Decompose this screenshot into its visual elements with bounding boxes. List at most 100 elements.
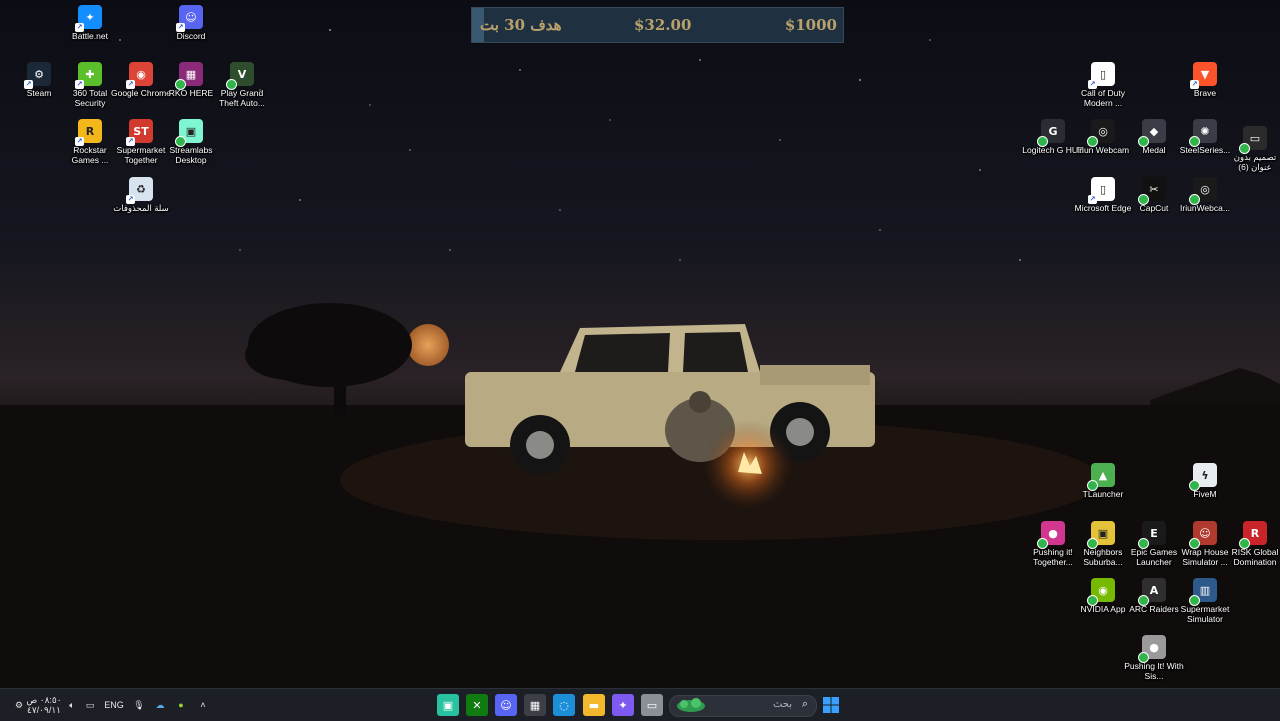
synced-check-icon [1189, 480, 1200, 491]
shortcut-arrow-icon: ↗ [75, 80, 84, 89]
synced-check-icon [1239, 143, 1250, 154]
shortcut-arrow-icon: ↗ [126, 80, 135, 89]
synced-check-icon [1087, 595, 1098, 606]
desktop-icon-iriunwebca[interactable]: ◎ IriunWebca... [1174, 177, 1236, 213]
synced-check-icon [1138, 652, 1149, 663]
desktop-icon-label: RISK Global Domination [1231, 547, 1279, 567]
desktop-icon-label: سلة المحذوفات [113, 203, 169, 213]
webcam-icon: ◎ [1189, 177, 1217, 205]
pushing-it-icon: ● [1037, 521, 1065, 549]
network-icon[interactable]: ▭ [82, 694, 98, 716]
chevron-up-icon[interactable]: ˄ [196, 694, 210, 716]
desktop-icon-risk-global-domination[interactable]: R RISK Global Domination [1224, 521, 1280, 567]
clock-time: ٠٨:٥٠ ص [26, 695, 62, 705]
nvidia-tray-icon[interactable]: ● [174, 694, 188, 716]
windows-logo-icon [823, 697, 839, 713]
synced-check-icon [226, 79, 237, 90]
medal-icon: ◆ [1138, 119, 1166, 147]
streamlabs-icon: ▣ [175, 119, 203, 147]
system-clock[interactable]: ٠٨:٥٠ ص ٤٧/٠٩/١١ [26, 694, 62, 716]
desktop-icon-label: TLauncher [1082, 489, 1124, 499]
synced-check-icon [1087, 538, 1098, 549]
epic-games-icon: E [1138, 521, 1166, 549]
neighbors-icon: ▣ [1087, 521, 1115, 549]
shortcut-arrow-icon: ↗ [75, 23, 84, 32]
battlenet-icon: ✦ ↗ [75, 5, 102, 32]
goal-current-amount: $32.00 [634, 16, 692, 34]
taskbar: ⚙ ٠٨:٥٠ ص ٤٧/٠٩/١١ 🔈︎ ▭ ENG 🎙︎ ☁ ● ˄ ▣ ✕ ☺… [0, 688, 1280, 721]
logitech-icon: G [1037, 119, 1065, 147]
arc-raiders-icon: A [1138, 578, 1166, 606]
desktop-icon-label: Play Grand Theft Auto... [219, 88, 265, 108]
desktop-icon-pushing-it-with-sis[interactable]: ● Pushing It! With Sis... [1123, 635, 1185, 681]
synced-check-icon [1189, 194, 1200, 205]
volume-icon[interactable]: 🔈︎ [64, 694, 80, 716]
supermarket-simulator-icon: ▥ [1189, 578, 1217, 606]
donation-goal-widget: هدف 30 بت $32.00 $1000 [471, 7, 844, 43]
design-icon: ▭ [1239, 126, 1267, 154]
synced-check-icon [1239, 538, 1250, 549]
file-icon: ▯ ↗ [1088, 62, 1115, 89]
shortcut-arrow-icon: ↗ [176, 23, 185, 32]
language-indicator[interactable]: ENG [104, 694, 124, 716]
desktop-icon-recycle-bin-icon[interactable]: ♻ ↗ سلة المحذوفات [110, 177, 172, 213]
search-icon: ⌕ [801, 698, 808, 710]
desktop-icon-tlauncher[interactable]: ▲ TLauncher [1072, 463, 1134, 499]
desktop-icon-label: Call of Duty Modern ... [1081, 88, 1125, 108]
desktop-icon-play-grand-theft-auto[interactable]: V Play Grand Theft Auto... [211, 62, 273, 108]
discord-taskbar-icon[interactable]: ☺ [495, 694, 517, 716]
desktop-icon-streamlabs-desktop[interactable]: ▣ Streamlabs Desktop [160, 119, 222, 165]
settings-tray-icon[interactable]: ⚙ [12, 694, 26, 716]
supermarket-together-icon: ST ↗ [126, 119, 153, 146]
streamlabs-taskbar-icon[interactable]: ▣ [437, 694, 459, 716]
desktop-icon-label: Pushing It! With Sis... [1124, 661, 1184, 681]
onedrive-icon[interactable]: ☁ [153, 694, 167, 716]
desktop-icon-label: Supermarket Simulator [1180, 604, 1230, 624]
synced-check-icon [1138, 136, 1149, 147]
desktop-icon-label: FiveM [1193, 489, 1217, 499]
synced-check-icon [1138, 538, 1149, 549]
start-button[interactable] [822, 694, 840, 716]
desktop-icon-supermarket-simulator[interactable]: ▥ Supermarket Simulator [1174, 578, 1236, 624]
steelseries-icon: ✺ [1189, 119, 1217, 147]
desktop-icon-call-of-duty-modern[interactable]: ▯ ↗ Call of Duty Modern ... [1072, 62, 1134, 108]
search-placeholder: بحث [772, 699, 792, 710]
taskbar-search[interactable]: بحث ⌕ [669, 695, 817, 717]
synced-check-icon [1087, 480, 1098, 491]
synced-check-icon [1138, 595, 1149, 606]
desktop-icon-label: Discord [176, 31, 206, 41]
shortcut-arrow-icon: ↗ [1088, 195, 1097, 204]
wrap-house-icon: ☺ [1189, 521, 1217, 549]
desktop-icon-6[interactable]: ▭ تصميم بدون عنوان (6) [1224, 126, 1280, 172]
microphone-icon[interactable]: 🎙︎ [132, 694, 146, 716]
desktop-icon-fivem[interactable]: ϟ FiveM [1174, 463, 1236, 499]
brave-icon: ▼ ↗ [1190, 62, 1217, 89]
gta-icon: V [226, 62, 254, 90]
desktop-icon-brave[interactable]: ▼ ↗ Brave [1174, 62, 1236, 98]
edge-icon[interactable]: ◌ [553, 694, 575, 716]
store-icon[interactable]: ▦ [524, 694, 546, 716]
shortcut-arrow-icon: ↗ [1088, 80, 1097, 89]
copilot-icon[interactable]: ✦ [612, 694, 634, 716]
desktop-icon-battle-net[interactable]: ✦ ↗ Battle.net [59, 5, 121, 41]
webcam-icon: ◎ [1087, 119, 1115, 147]
desktop-icon-discord[interactable]: ☺ ↗ Discord [160, 5, 222, 41]
synced-check-icon [1189, 538, 1200, 549]
shortcut-arrow-icon: ↗ [75, 137, 84, 146]
goal-target-amount: $1000 [784, 16, 837, 34]
file-explorer-icon[interactable]: ▬ [583, 694, 605, 716]
shortcut-arrow-icon: ↗ [24, 80, 33, 89]
shortcut-arrow-icon: ↗ [126, 137, 135, 146]
shortcut-arrow-icon: ↗ [126, 195, 135, 204]
window-icon[interactable]: ▭ [641, 694, 663, 716]
search-highlight-icon [677, 698, 705, 712]
desktop-icon-label: Brave [1193, 88, 1217, 98]
pushing-it-sis-icon: ● [1138, 635, 1166, 663]
synced-check-icon [175, 136, 186, 147]
chrome-icon: ◉ ↗ [126, 62, 153, 89]
rko-archive-icon: ▦ [175, 62, 203, 90]
shortcut-arrow-icon: ↗ [1190, 80, 1199, 89]
rockstar-icon: R ↗ [75, 119, 102, 146]
xbox-icon[interactable]: ✕ [466, 694, 488, 716]
desktop-icon-label: IriunWebca... [1180, 203, 1230, 213]
